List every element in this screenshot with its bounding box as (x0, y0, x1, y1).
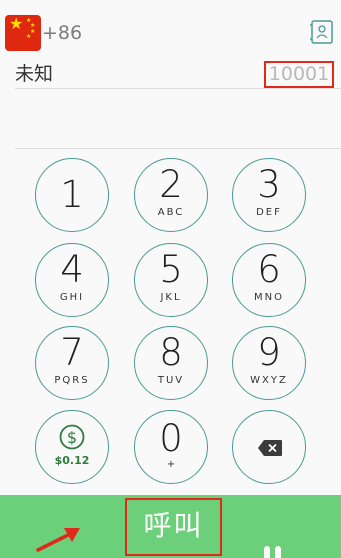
key-digit: 4 (60, 248, 84, 291)
svg-text:$: $ (67, 428, 77, 447)
key-0[interactable]: 0 + (134, 410, 208, 484)
flag-star-icon: ★ (9, 15, 24, 33)
red-arrow-icon (36, 528, 80, 552)
key-6[interactable]: 6 MNO (232, 243, 306, 317)
key-letters: + (166, 459, 176, 470)
contact-name: 未知 (15, 63, 54, 85)
contacts-book-icon[interactable] (310, 19, 334, 45)
key-digit: 0 (159, 417, 183, 460)
country-code[interactable]: +86 (42, 21, 82, 45)
key-digit: 5 (159, 248, 183, 291)
call-button[interactable]: 呼叫 (127, 507, 220, 545)
key-letters: GHI (59, 292, 85, 303)
divider (15, 88, 341, 89)
dollar-icon: $ (59, 424, 85, 450)
key-digit: 6 (257, 248, 281, 291)
dialed-number[interactable]: 10001 (266, 62, 332, 86)
key-3[interactable]: 3 DEF (232, 158, 306, 232)
balance-button[interactable]: $ $0.12 (35, 410, 109, 484)
page-indicator (262, 546, 284, 558)
key-letters: TUV (157, 375, 185, 386)
key-7[interactable]: 7 PQRS (35, 326, 109, 400)
key-letters: JKL (160, 292, 182, 303)
key-9[interactable]: 9 WXYZ (232, 326, 306, 400)
key-digit: 9 (257, 331, 281, 374)
key-5[interactable]: 5 JKL (134, 243, 208, 317)
key-letters: ABC (157, 207, 185, 218)
backspace-button[interactable] (232, 410, 306, 484)
key-1[interactable]: 1 (35, 158, 109, 232)
country-flag-icon[interactable]: ★ ★ ★ ★ ★ (5, 15, 41, 51)
key-digit: 7 (60, 331, 84, 374)
key-letters: PQRS (54, 375, 90, 386)
key-digit: 3 (257, 163, 281, 206)
key-2[interactable]: 2 ABC (134, 158, 208, 232)
flag-star-icon: ★ (26, 33, 32, 40)
key-8[interactable]: 8 TUV (134, 326, 208, 400)
key-letters: MNO (254, 292, 284, 303)
key-digit: 2 (159, 163, 183, 206)
key-letters: DEF (256, 207, 282, 218)
key-digit: 8 (159, 331, 183, 374)
divider (15, 148, 341, 149)
backspace-icon (258, 440, 282, 456)
key-letters: WXYZ (250, 375, 288, 386)
key-digit: 1 (60, 173, 84, 216)
key-4[interactable]: 4 GHI (35, 243, 109, 317)
balance-amount: $0.12 (54, 454, 90, 467)
